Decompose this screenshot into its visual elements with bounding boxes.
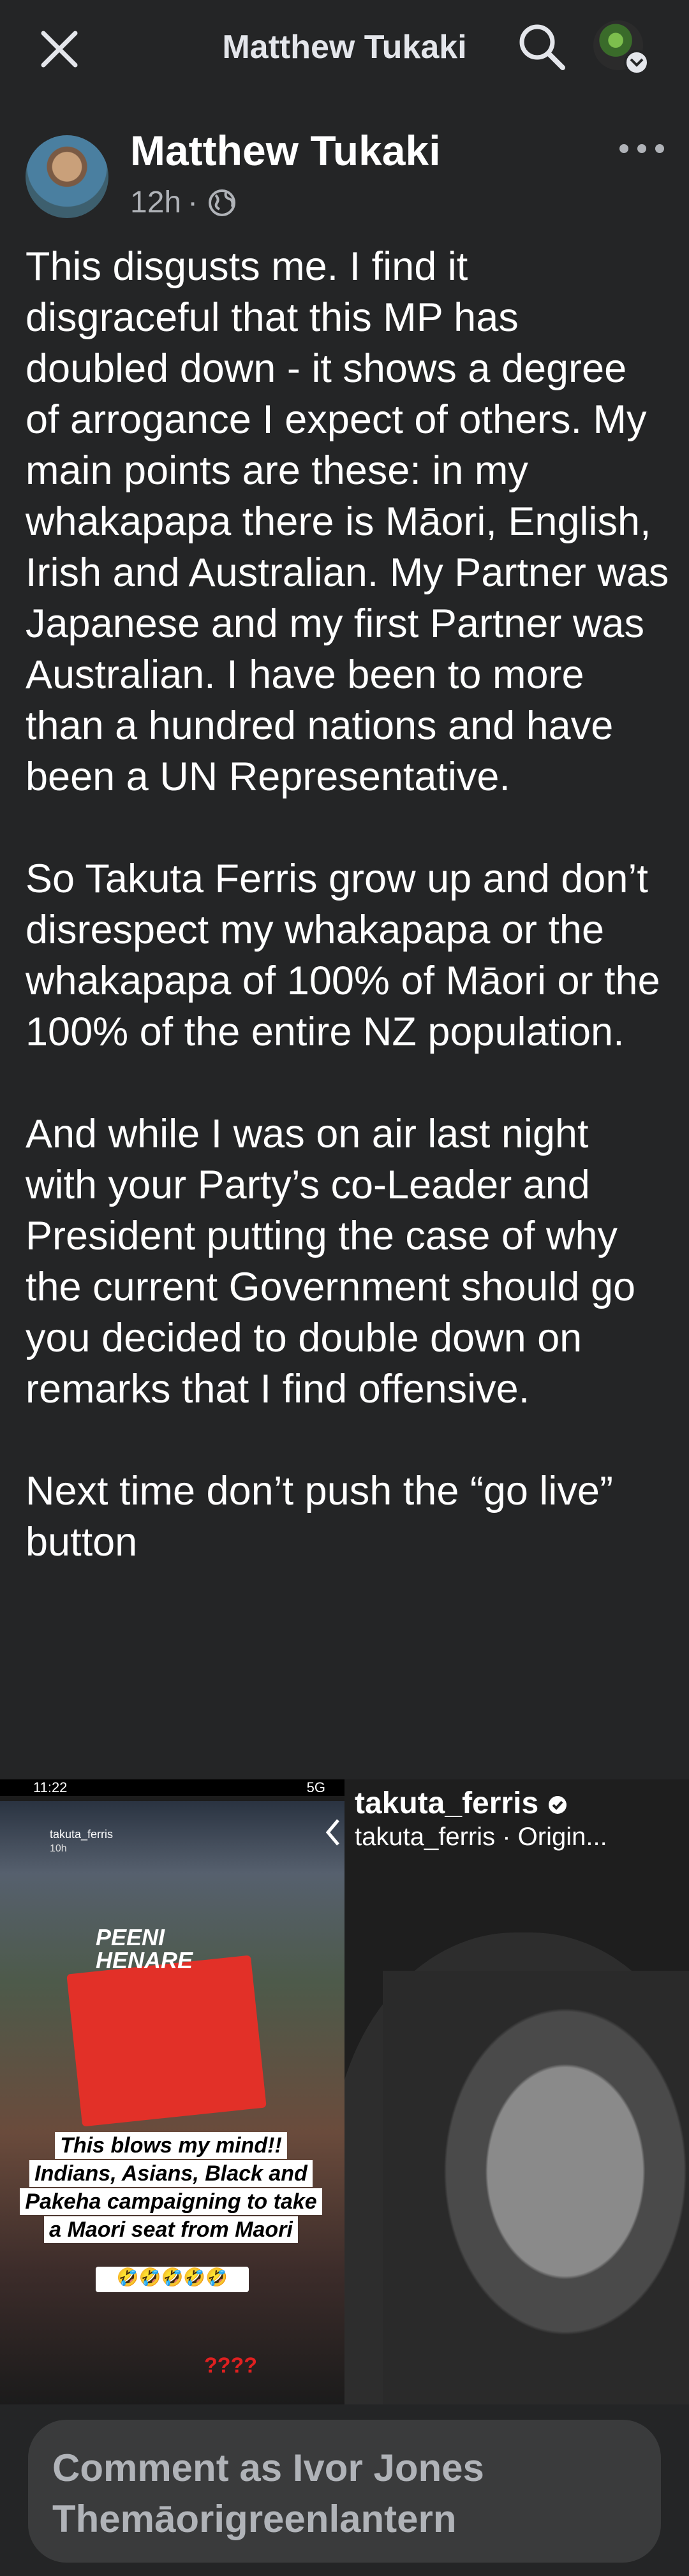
chevron-left-icon[interactable]: [324, 1818, 342, 1847]
globe-icon: [209, 189, 236, 216]
post-text: This disgusts me. I find it disgraceful …: [26, 241, 670, 1568]
video-username-text: takuta_ferris: [355, 1786, 539, 1820]
campaign-sign: [66, 1955, 267, 2127]
phone-time: 11:22: [33, 1779, 68, 1795]
verified-icon: [549, 1796, 567, 1814]
page-title: Matthew Tukaki: [222, 29, 467, 66]
author-name[interactable]: Matthew Tukaki: [130, 126, 441, 175]
post-header: Matthew Tukaki 12h ·: [26, 127, 664, 224]
post-paragraph: This disgusts me. I find it disgraceful …: [26, 244, 669, 799]
meta-separator: ·: [188, 186, 198, 219]
post-paragraph: Next time don’t push the “go live” butto…: [26, 1469, 613, 1564]
phone-status-bar: 11:22 5G: [0, 1779, 344, 1796]
post-paragraph: And while I was on air last night with y…: [26, 1112, 636, 1411]
search-icon[interactable]: [515, 20, 568, 73]
post-media[interactable]: 11:22 5G takuta_ferris 10h PEENI HENARE …: [0, 1779, 689, 2404]
story-caption: This blows my mind!! Indians, Asians, Bl…: [18, 2131, 324, 2244]
post-time[interactable]: 12h: [130, 185, 181, 220]
chevron-down-icon[interactable]: [624, 50, 649, 75]
post-meta: 12h ·: [130, 185, 237, 220]
post-paragraph: So Takuta Ferris grow up and don’t disre…: [26, 857, 660, 1054]
campaign-sign-text: PEENI HENARE: [96, 1924, 193, 1973]
story-time: 10h: [50, 1843, 67, 1854]
author-avatar[interactable]: [26, 135, 108, 218]
story-caption-text: This blows my mind!! Indians, Asians, Bl…: [20, 2132, 322, 2243]
question-marks: ????: [204, 2353, 258, 2378]
video-username: takuta_ferris: [355, 1786, 568, 1821]
video-subline: takuta_ferris · Origin...: [355, 1823, 607, 1851]
media-left-screenshot[interactable]: 11:22 5G takuta_ferris 10h PEENI HENARE …: [0, 1779, 344, 2404]
story-username: takuta_ferris: [50, 1828, 114, 1841]
more-options-icon[interactable]: [616, 139, 667, 158]
media-right-video-still[interactable]: takuta_ferris takuta_ferris · Origin...: [344, 1779, 689, 2404]
top-bar: Matthew Tukaki: [0, 0, 689, 96]
comment-bar: Comment as Ivor Jones Themāorigreenlante…: [0, 2404, 689, 2576]
video-face: [383, 1971, 689, 2404]
phone-signal: 5G: [306, 1779, 325, 1795]
emoji-row: 🤣🤣🤣🤣🤣: [96, 2267, 249, 2292]
comment-input[interactable]: Comment as Ivor Jones Themāorigreenlante…: [28, 2420, 661, 2563]
